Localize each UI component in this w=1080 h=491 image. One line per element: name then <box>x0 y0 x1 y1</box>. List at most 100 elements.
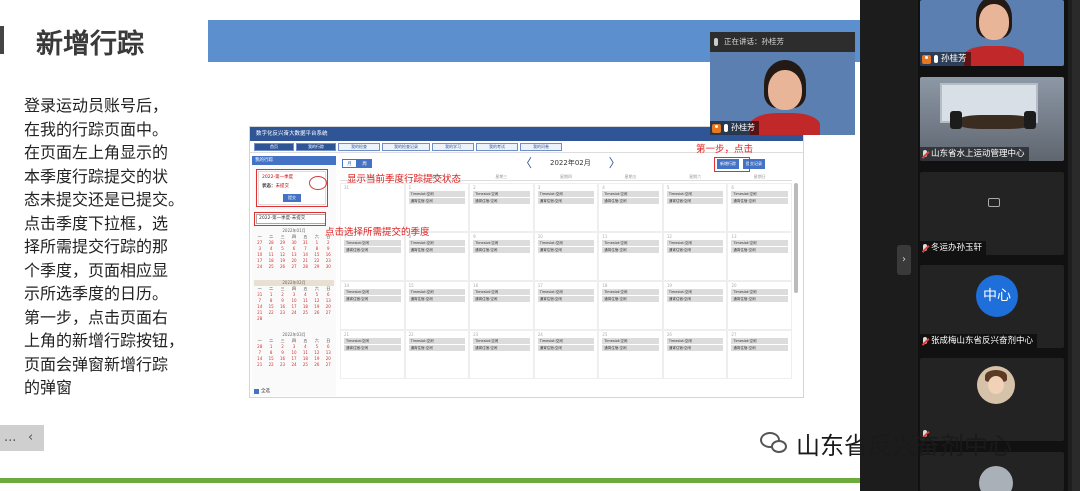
mini-day-cell[interactable]: 25 <box>300 362 311 368</box>
calendar-event[interactable]: 通宵住宿:空闲 <box>408 345 466 351</box>
active-speaker-video[interactable]: 孙桂芳 <box>710 52 855 135</box>
calendar-day-cell[interactable]: 9 Timeslot:空闲 通宵住宿:空闲 <box>469 232 534 281</box>
calendar-event[interactable]: 通宵住宿:空闲 <box>602 198 659 204</box>
calendar-event[interactable]: 通宵住宿:空闲 <box>344 296 401 302</box>
mini-day-cell[interactable]: 30 <box>323 264 334 270</box>
mini-day-cell[interactable]: 24 <box>288 362 299 368</box>
calendar-day-cell[interactable]: 2 Timeslot:空闲 通宵住宿:空闲 <box>469 183 534 232</box>
calendar-event[interactable]: Timeslot:空闲 <box>666 338 724 344</box>
calendar-event[interactable]: 通宵住宿:空闲 <box>602 296 659 302</box>
calendar-event[interactable]: Timeslot:空闲 <box>666 191 724 197</box>
select-all-checkbox[interactable]: 全选 <box>254 388 270 394</box>
calendar-event[interactable]: 通宵住宿:空闲 <box>473 345 530 351</box>
mini-day-cell[interactable]: 29 <box>311 264 322 270</box>
calendar-event[interactable]: 通宵住宿:空闲 <box>731 345 788 351</box>
calendar-event[interactable]: Timeslot:空闲 <box>537 191 595 197</box>
calendar-event[interactable]: Timeslot:空闲 <box>666 289 724 295</box>
calendar-event[interactable]: Timeslot:空闲 <box>344 240 401 246</box>
calendar-event[interactable]: Timeslot:空闲 <box>408 338 466 344</box>
calendar-event[interactable]: Timeslot:空闲 <box>666 240 724 246</box>
calendar-day-cell[interactable]: 10 Timeslot:空闲 通宵住宿:空闲 <box>533 232 599 281</box>
mini-day-cell[interactable]: 23 <box>277 310 288 316</box>
mini-day-cell[interactable]: 27 <box>323 362 334 368</box>
calendar-day-cell[interactable]: 16 Timeslot:空闲 通宵住宿:空闲 <box>469 281 534 330</box>
calendar-event[interactable]: 通宵住宿:空闲 <box>537 198 595 204</box>
calendar-day-cell[interactable]: 25 Timeslot:空闲 通宵住宿:空闲 <box>598 330 663 379</box>
participant-tile[interactable]: 孙桂芳 <box>920 0 1064 66</box>
calendar-day-cell[interactable]: 17 Timeslot:空闲 通宵住宿:空闲 <box>533 281 599 330</box>
mini-day-cell[interactable]: 26 <box>311 362 322 368</box>
mini-day-cell[interactable]: 27 <box>288 264 299 270</box>
nav-tab-home[interactable]: 首页 <box>254 143 294 151</box>
slide-side-tab[interactable]: ... ‹ <box>0 425 44 451</box>
mini-day-cell[interactable]: 25 <box>265 264 276 270</box>
participant-tile[interactable]: 中心 张成梅山东省反兴奋剂中心 <box>920 265 1064 348</box>
nav-tab-my-tests[interactable]: 我的检查 <box>338 143 380 151</box>
mini-day-cell[interactable]: 28 <box>254 316 265 322</box>
mini-day-cell[interactable]: 28 <box>300 264 311 270</box>
calendar-event[interactable]: Timeslot:空闲 <box>537 338 595 344</box>
nav-tab-exams[interactable]: 我的考试 <box>476 143 518 151</box>
calendar-event[interactable]: Timeslot:空闲 <box>731 338 788 344</box>
mini-day-cell[interactable]: 23 <box>277 362 288 368</box>
calendar-event[interactable]: 通宵住宿:空闲 <box>537 345 595 351</box>
calendar-event[interactable]: Timeslot:空闲 <box>344 289 401 295</box>
calendar-day-cell[interactable]: 3 Timeslot:空闲 通宵住宿:空闲 <box>533 183 599 232</box>
calendar-event[interactable]: Timeslot:空闲 <box>473 338 530 344</box>
view-tab-month[interactable]: 月 <box>342 159 357 168</box>
nav-tab-test-records[interactable]: 我的检查记录 <box>382 143 430 151</box>
mini-day-cell[interactable]: 26 <box>311 310 322 316</box>
calendar-event[interactable]: 通宵住宿:空闲 <box>666 296 724 302</box>
calendar-event[interactable]: Timeslot:空闲 <box>602 191 659 197</box>
calendar-day-cell[interactable]: 11 Timeslot:空闲 通宵住宿:空闲 <box>598 232 663 281</box>
calendar-event[interactable]: Timeslot:空闲 <box>408 191 466 197</box>
mini-day-cell[interactable]: 24 <box>254 264 265 270</box>
calendar-event[interactable]: 通宵住宿:空闲 <box>602 247 659 253</box>
calendar-event[interactable]: Timeslot:空闲 <box>602 240 659 246</box>
calendar-event[interactable]: 通宵住宿:空闲 <box>537 247 595 253</box>
calendar-day-cell[interactable]: 13 Timeslot:空闲 通宵住宿:空闲 <box>727 232 792 281</box>
calendar-day-cell[interactable]: 8 Timeslot:空闲 通宵住宿:空闲 <box>404 232 470 281</box>
calendar-day-cell[interactable]: 12 Timeslot:空闲 通宵住宿:空闲 <box>662 232 728 281</box>
calendar-event[interactable]: 通宵住宿:空闲 <box>408 247 466 253</box>
mini-day-cell[interactable]: 21 <box>254 362 265 368</box>
calendar-event[interactable]: 通宵住宿:空闲 <box>344 247 401 253</box>
next-month-icon[interactable]: 〉 <box>609 157 621 169</box>
participant-tile[interactable]: 山东省水上运动管理中心 <box>920 77 1064 161</box>
calendar-scrollbar[interactable] <box>794 183 798 293</box>
mini-day-cell[interactable]: 27 <box>323 310 334 316</box>
calendar-event[interactable]: Timeslot:空闲 <box>344 338 401 344</box>
calendar-day-cell[interactable]: 7 Timeslot:空闲 通宵住宿:空闲 <box>340 232 405 281</box>
mini-day-cell[interactable]: 22 <box>265 310 276 316</box>
mini-day-cell[interactable]: 22 <box>265 362 276 368</box>
mini-day-cell[interactable]: 24 <box>288 310 299 316</box>
calendar-day-cell[interactable]: 21 Timeslot:空闲 通宵住宿:空闲 <box>340 330 405 379</box>
calendar-event[interactable]: Timeslot:空闲 <box>473 240 530 246</box>
calendar-event[interactable]: 通宵住宿:空闲 <box>602 345 659 351</box>
calendar-event[interactable]: Timeslot:空闲 <box>408 289 466 295</box>
calendar-event[interactable]: Timeslot:空闲 <box>731 289 788 295</box>
calendar-day-cell[interactable]: 14 Timeslot:空闲 通宵住宿:空闲 <box>340 281 405 330</box>
nav-tab-my-whereabouts[interactable]: 我的行踪 <box>296 143 336 151</box>
view-tab-week[interactable]: 周 <box>357 159 372 168</box>
calendar-event[interactable]: 通宵住宿:空闲 <box>473 247 530 253</box>
calendar-event[interactable]: Timeslot:空闲 <box>537 289 595 295</box>
calendar-event[interactable]: 通宵住宿:空闲 <box>408 296 466 302</box>
calendar-day-cell[interactable]: 5 Timeslot:空闲 通宵住宿:空闲 <box>662 183 728 232</box>
panel-scrollbar[interactable] <box>1072 0 1080 491</box>
calendar-event[interactable]: 通宵住宿:空闲 <box>731 198 788 204</box>
nav-tab-surveys[interactable]: 我的问卷 <box>520 143 562 151</box>
collapse-panel-icon[interactable]: › <box>897 245 911 275</box>
nav-tab-learning[interactable]: 我的学习 <box>432 143 474 151</box>
calendar-event[interactable]: 通宵住宿:空闲 <box>473 296 530 302</box>
calendar-event[interactable]: 通宵住宿:空闲 <box>473 198 530 204</box>
calendar-day-cell[interactable]: 20 Timeslot:空闲 通宵住宿:空闲 <box>727 281 792 330</box>
participant-tile[interactable]: 冬运办孙玉轩 <box>920 172 1064 255</box>
calendar-day-cell[interactable]: 19 Timeslot:空闲 通宵住宿:空闲 <box>662 281 728 330</box>
calendar-event[interactable]: 通宵住宿:空闲 <box>731 247 788 253</box>
calendar-event[interactable]: Timeslot:空闲 <box>602 289 659 295</box>
calendar-event[interactable]: 通宵住宿:空闲 <box>666 247 724 253</box>
calendar-event[interactable]: 通宵住宿:空闲 <box>731 296 788 302</box>
calendar-event[interactable]: 通宵住宿:空闲 <box>408 198 466 204</box>
mini-day-cell[interactable]: 26 <box>277 264 288 270</box>
